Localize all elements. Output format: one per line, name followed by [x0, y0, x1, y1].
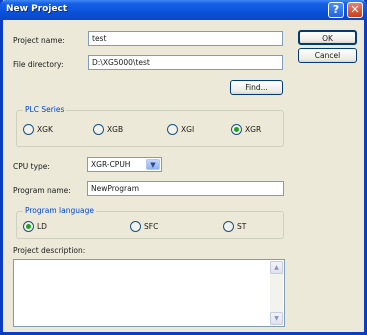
title-bar[interactable]: New Project ? ✕ [0, 0, 367, 20]
radio-indicator-selected [231, 124, 242, 135]
radio-label: LD [37, 222, 47, 231]
radio-indicator [130, 221, 141, 232]
radio-xgk[interactable]: XGK [23, 124, 53, 135]
radio-label: ST [237, 222, 247, 231]
chevron-down-icon[interactable]: ▼ [146, 159, 160, 170]
cpu-type-label: CPU type: [13, 162, 50, 171]
radio-label: XGK [37, 125, 53, 134]
dialog-title: New Project [6, 4, 68, 14]
close-button[interactable]: ✕ [347, 2, 363, 18]
project-name-label: Project name: [13, 36, 65, 45]
radio-label: XGR [245, 125, 262, 134]
project-description-label: Project description: [13, 246, 86, 255]
help-icon: ? [332, 3, 340, 16]
project-name-input[interactable]: test [88, 31, 283, 46]
program-name-label: Program name: [13, 186, 71, 195]
radio-label: SFC [144, 222, 159, 231]
radio-ld[interactable]: LD [23, 221, 47, 232]
radio-xgi[interactable]: XGI [167, 124, 194, 135]
vertical-scrollbar[interactable]: ▲ ▼ [270, 261, 283, 325]
program-name-input[interactable]: NewProgram [87, 181, 284, 196]
radio-xgr[interactable]: XGR [231, 124, 261, 135]
radio-indicator-selected [23, 221, 34, 232]
cpu-type-value: XGR-CPUH [91, 160, 131, 169]
file-directory-input[interactable]: D:\XG5000\test [88, 55, 283, 70]
cpu-type-select[interactable]: XGR-CPUH ▼ [87, 157, 162, 172]
ok-button[interactable]: OK [298, 30, 357, 45]
program-language-group: Program language LD SFC ST [16, 206, 284, 239]
radio-indicator [223, 221, 234, 232]
close-icon: ✕ [350, 3, 360, 16]
find-button[interactable]: Find... [230, 80, 283, 95]
cancel-button[interactable]: Cancel [298, 48, 357, 63]
scroll-down-icon[interactable]: ▼ [270, 312, 283, 325]
plc-series-group: PLC Series XGK XGB XGI XGR [16, 105, 284, 147]
radio-indicator [23, 124, 34, 135]
radio-indicator [93, 124, 104, 135]
new-project-dialog: New Project ? ✕ Project name: test File … [0, 0, 367, 335]
radio-label: XGB [107, 125, 124, 134]
file-directory-label: File directory: [13, 60, 64, 69]
radio-sfc[interactable]: SFC [130, 221, 158, 232]
help-button[interactable]: ? [328, 2, 344, 18]
program-language-title: Program language [23, 206, 96, 215]
plc-series-title: PLC Series [23, 105, 67, 114]
scroll-up-icon[interactable]: ▲ [270, 261, 283, 274]
radio-st[interactable]: ST [223, 221, 246, 232]
radio-xgb[interactable]: XGB [93, 124, 123, 135]
radio-label: XGI [181, 125, 195, 134]
radio-indicator [167, 124, 178, 135]
project-description-input[interactable]: ▲ ▼ [13, 259, 285, 327]
